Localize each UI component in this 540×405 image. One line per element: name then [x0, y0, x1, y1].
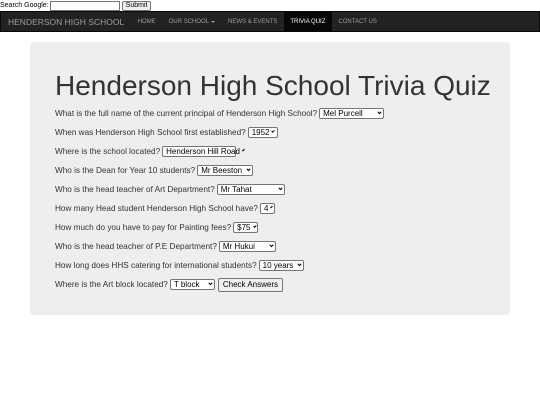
question-text: Who is the head teacher of Art Departmen…: [55, 185, 215, 194]
nav-item-news-events[interactable]: NEWS & EVENTS: [222, 12, 284, 31]
answer-select[interactable]: Henderson Hill Road: [162, 146, 245, 157]
question-text: What is the full name of the current pri…: [55, 109, 318, 118]
nav-item-label: CONTACT US: [338, 18, 377, 25]
answer-select[interactable]: 4: [260, 203, 275, 214]
chevron-down-icon: [270, 205, 274, 209]
answer-value: Mel Purcell: [323, 109, 363, 118]
chevron-down-icon: [242, 148, 245, 152]
quiz-question: How many Head student Henderson High Sch…: [55, 199, 485, 218]
quiz-question: Who is the head teacher of P.E Departmen…: [55, 237, 485, 256]
page-title: Henderson High School Trivia Quiz: [55, 70, 491, 101]
search-label: Search Google:: [0, 2, 49, 9]
answer-select[interactable]: 1952: [247, 127, 278, 138]
question-text: Where is the Art block located?: [55, 280, 168, 289]
nav-item-home[interactable]: HOME: [131, 12, 162, 31]
quiz-question: Who is the Dean for Year 10 students? Mr…: [55, 161, 485, 180]
chevron-down-icon: [377, 109, 382, 115]
answer-value: Mr Hukui: [222, 242, 255, 251]
nav-item-label: NEWS & EVENTS: [228, 18, 278, 25]
nav-item-label: HOME: [137, 18, 156, 25]
answer-select[interactable]: Mel Purcell: [319, 108, 385, 119]
search-bar: Search Google: Submit: [0, 0, 152, 11]
answer-value: 10 years: [262, 261, 294, 270]
question-text: Who is the head teacher of P.E Departmen…: [55, 242, 217, 251]
nav-item-label: TRIVIA QUIZ: [290, 18, 326, 25]
caret-down-icon: [211, 20, 216, 23]
nav-item-contact-us[interactable]: CONTACT US: [332, 12, 383, 31]
nav-item-our-school[interactable]: OUR SCHOOL: [162, 12, 221, 31]
quiz-question: How much do you have to pay for Painting…: [55, 218, 485, 237]
answer-value: $75: [237, 223, 251, 232]
search-input[interactable]: [49, 0, 120, 11]
quiz-panel: Henderson High School Trivia Quiz What i…: [30, 42, 510, 315]
answer-select[interactable]: Mr Tahat: [216, 184, 285, 195]
question-text: How many Head student Henderson High Sch…: [55, 204, 258, 213]
quiz-question: Where is the school located? Henderson H…: [55, 142, 485, 161]
navbar: HENDERSON HIGH SCHOOL HOME OUR SCHOOL NE…: [0, 11, 540, 32]
quiz-question: Who is the head teacher of Art Departmen…: [55, 180, 485, 199]
answer-value: T block: [173, 280, 200, 289]
answer-value: Mr Beeston: [201, 166, 243, 175]
brand-logo[interactable]: HENDERSON HIGH SCHOOL: [1, 17, 131, 27]
chevron-down-icon: [278, 185, 283, 191]
answer-select[interactable]: $75: [233, 222, 259, 233]
nav-item-label: OUR SCHOOL: [168, 18, 210, 25]
chevron-down-icon: [246, 166, 251, 172]
answer-value: 1952: [251, 128, 270, 137]
answer-value: Mr Tahat: [220, 185, 252, 194]
chevron-down-icon: [297, 261, 302, 267]
quiz-question: When was Henderson High School first est…: [55, 123, 485, 142]
question-text: Where is the school located?: [55, 147, 161, 156]
check-answers-button[interactable]: Check Answers: [217, 277, 284, 292]
answer-select[interactable]: Mr Hukui: [218, 241, 276, 252]
search-submit-button[interactable]: Submit: [121, 0, 152, 11]
nav-item-trivia-quiz[interactable]: TRIVIA QUIZ: [283, 12, 332, 31]
answer-select[interactable]: T block: [169, 279, 215, 290]
chevron-down-icon: [271, 129, 276, 133]
chevron-down-icon: [269, 242, 274, 248]
answer-value: Henderson Hill Road: [166, 147, 240, 156]
question-text: When was Henderson High School first est…: [55, 128, 246, 137]
answer-select[interactable]: Mr Beeston: [197, 165, 254, 176]
quiz-question: Where is the Art block located? T block …: [55, 275, 485, 294]
answer-select[interactable]: 10 years: [258, 260, 304, 271]
question-text: Who is the Dean for Year 10 students?: [55, 166, 196, 175]
answer-value: 4: [264, 204, 269, 213]
question-text: How long does HHS catering for internati…: [55, 261, 257, 270]
chevron-down-icon: [252, 224, 256, 228]
quiz-question: How long does HHS catering for internati…: [55, 256, 485, 275]
quiz-question: What is the full name of the current pri…: [55, 104, 485, 123]
question-text: How much do you have to pay for Painting…: [55, 223, 232, 232]
chevron-down-icon: [208, 280, 213, 286]
